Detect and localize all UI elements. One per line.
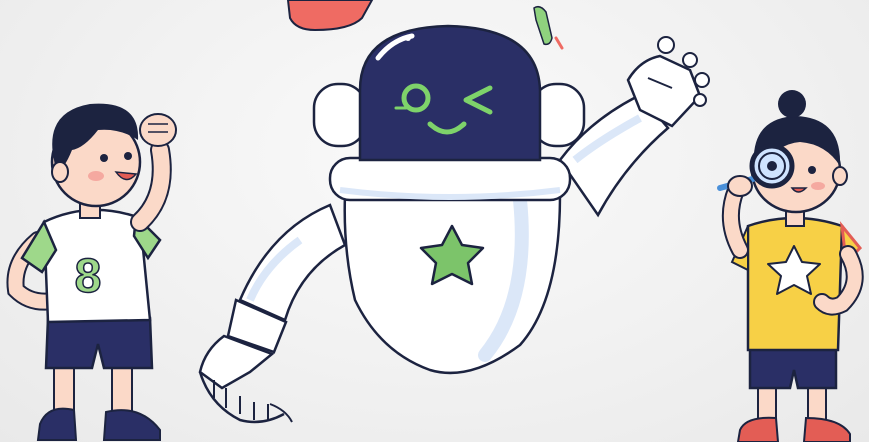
boy-right-shoe <box>102 409 161 441</box>
boy-shorts <box>44 316 154 370</box>
girl-hair-bun <box>778 90 806 118</box>
girl <box>717 90 864 442</box>
green-bean-decoration <box>533 5 564 50</box>
girl-shorts <box>748 344 838 390</box>
boy-fist <box>139 113 177 147</box>
girl-hand <box>727 175 753 197</box>
girl-right-shoe <box>802 416 851 442</box>
robot-lowered-arm <box>198 203 347 424</box>
robot-head <box>358 24 542 162</box>
boy-shirt-number: 8 <box>75 250 102 303</box>
girl-left-shoe <box>736 416 780 442</box>
illustration-scene: 8 <box>0 0 869 442</box>
robot-collar <box>328 156 572 202</box>
illustration-canvas: 8 <box>6 0 864 442</box>
boy: 8 <box>6 103 177 441</box>
robot <box>198 24 710 424</box>
boy-left-shoe <box>36 407 78 441</box>
robot-body <box>343 193 562 375</box>
red-card-decoration <box>286 0 374 32</box>
